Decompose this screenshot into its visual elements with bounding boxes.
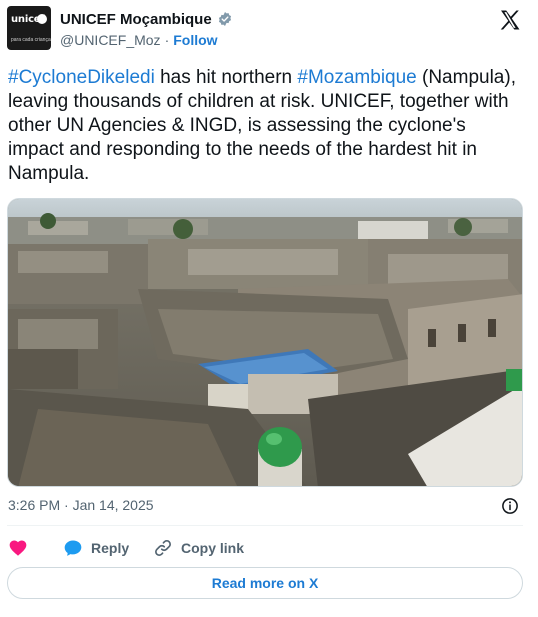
- reply-label: Reply: [91, 540, 130, 556]
- author-display-name[interactable]: UNICEF Moçambique: [60, 11, 212, 28]
- tweet-text-segment: has hit northern: [154, 67, 298, 88]
- copy-link-button[interactable]: Copy link: [153, 538, 244, 558]
- divider: [7, 525, 523, 526]
- hashtag-mozambique[interactable]: #Mozambique: [297, 67, 416, 88]
- tweet-text: #CycloneDikeledi has hit northern #Mozam…: [8, 66, 523, 186]
- cyclone-damage-photo[interactable]: [7, 198, 523, 487]
- unicef-avatar[interactable]: unicef para cada criança: [7, 6, 51, 50]
- cyclone-damage-photo-art: [8, 199, 522, 486]
- tweet-timestamp[interactable]: 3:26 PM · Jan 14, 2025: [8, 497, 154, 513]
- handle-separator: ·: [164, 32, 170, 48]
- read-more-button[interactable]: Read more on X: [7, 567, 523, 599]
- avatar-tagline: para cada criança: [11, 37, 51, 43]
- unicef-globe-icon: [37, 14, 47, 24]
- speech-bubble-icon: [64, 540, 82, 556]
- author-handle[interactable]: @UNICEF_Moz: [60, 32, 161, 48]
- reply-button[interactable]: Reply: [63, 538, 153, 558]
- follow-button[interactable]: Follow: [173, 32, 217, 48]
- info-icon[interactable]: [501, 497, 519, 515]
- like-button[interactable]: [8, 538, 63, 558]
- read-more-label: Read more on X: [211, 575, 319, 591]
- tweet-embed-card: unicef para cada criança UNICEF Moçambiq…: [0, 0, 538, 617]
- x-logo-icon[interactable]: [498, 8, 522, 32]
- tweet-actions: Reply Copy link: [8, 537, 244, 559]
- heart-icon: [9, 540, 27, 556]
- link-icon: [155, 540, 171, 556]
- author-handle-row: @UNICEF_Moz · Follow: [60, 32, 218, 48]
- author-name-row: UNICEF Moçambique: [60, 10, 233, 28]
- copy-link-label: Copy link: [181, 540, 245, 556]
- verified-badge-icon: [218, 12, 231, 26]
- hashtag-cyclone-dikeledi[interactable]: #CycloneDikeledi: [8, 67, 155, 88]
